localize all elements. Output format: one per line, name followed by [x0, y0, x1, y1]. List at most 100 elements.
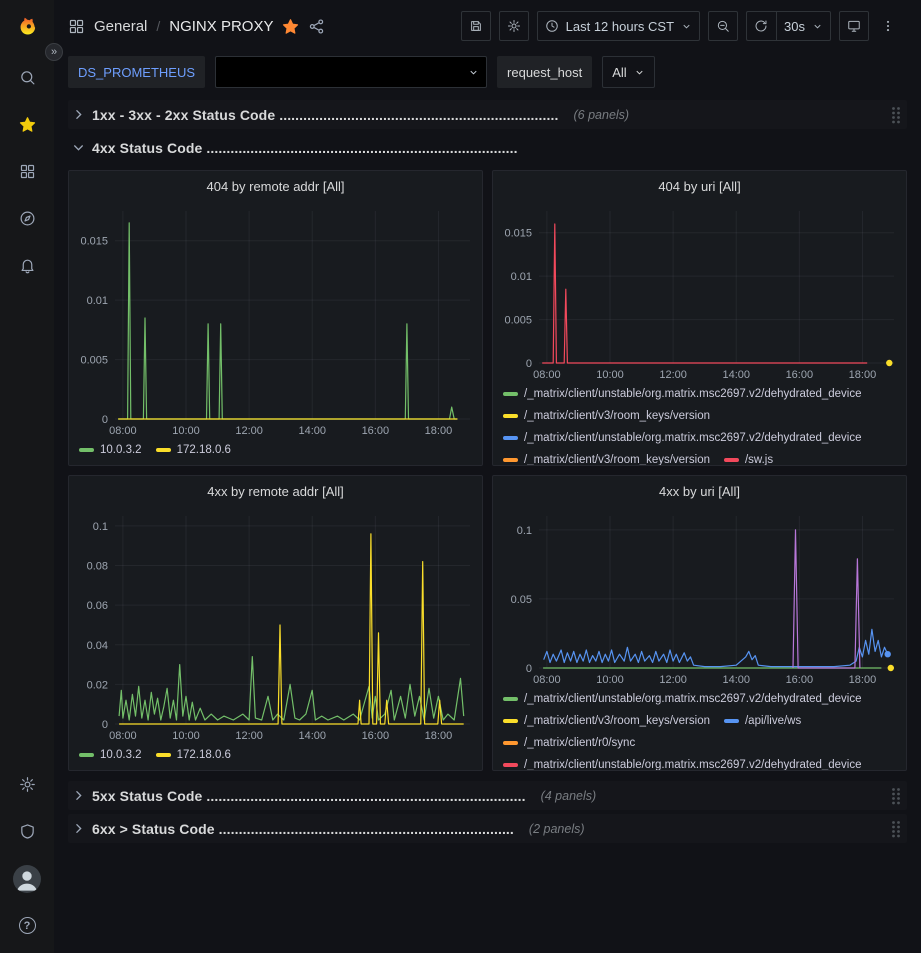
legend-swatch	[79, 448, 94, 452]
panel-legend: 10.0.3.2 172.18.0.6	[69, 439, 482, 461]
row-panel-count: (2 panels)	[529, 822, 585, 836]
svg-text:10:00: 10:00	[596, 369, 624, 381]
sidebar-item-help[interactable]: ?	[0, 902, 54, 949]
svg-text:18:00: 18:00	[849, 369, 877, 381]
gear-icon	[19, 776, 36, 793]
save-dashboard-button[interactable]	[461, 11, 491, 41]
row-panel-count: (6 panels)	[574, 108, 630, 122]
legend-item[interactable]: /_matrix/client/r0/sync	[503, 732, 635, 754]
refresh-button[interactable]	[746, 11, 776, 41]
svg-text:0: 0	[526, 358, 532, 370]
dashboard-settings-button[interactable]	[499, 11, 529, 41]
legend-item[interactable]: /_matrix/client/unstable/org.matrix.msc2…	[503, 754, 862, 771]
time-range-picker[interactable]: Last 12 hours CST	[537, 11, 700, 41]
user-avatar	[13, 865, 41, 893]
variables-bar: DS_PROMETHEUS request_host All	[54, 52, 921, 92]
legend-item[interactable]: 10.0.3.2	[79, 439, 142, 461]
favorite-star-icon[interactable]	[282, 18, 299, 35]
refresh-icon	[754, 19, 768, 33]
svg-text:0.08: 0.08	[87, 561, 108, 573]
panel-404-by-remote-addr: 404 by remote addr [All] 08:0010:0012:00…	[68, 170, 483, 466]
sidebar-item-starred[interactable]	[0, 101, 54, 148]
legend-item[interactable]: 172.18.0.6	[156, 744, 231, 766]
sidebar-item-settings[interactable]	[0, 761, 54, 808]
svg-text:16:00: 16:00	[786, 369, 814, 381]
datasource-variable-label[interactable]: DS_PROMETHEUS	[68, 56, 205, 88]
page-title[interactable]: NGINX PROXY	[169, 18, 273, 35]
svg-text:0.01: 0.01	[87, 295, 108, 307]
tv-mode-button[interactable]	[839, 11, 869, 41]
request-host-select[interactable]: All	[602, 56, 654, 88]
row-drag-handle[interactable]	[891, 106, 903, 124]
row-header-5xx[interactable]: 5xx Status Code ........................…	[68, 781, 907, 810]
panel-title[interactable]: 4xx by uri [All]	[493, 476, 906, 506]
legend-item[interactable]: /_matrix/client/v3/room_keys/version	[503, 449, 710, 466]
svg-text:0.1: 0.1	[517, 525, 532, 537]
svg-text:0: 0	[102, 719, 108, 731]
row-drag-handle[interactable]	[891, 787, 903, 805]
legend-swatch	[724, 719, 739, 723]
panel-title[interactable]: 404 by uri [All]	[493, 171, 906, 201]
zoom-out-icon	[716, 19, 730, 33]
sidebar-item-alerting[interactable]	[0, 242, 54, 289]
row-drag-handle[interactable]	[891, 820, 903, 838]
panel-title[interactable]: 4xx by remote addr [All]	[69, 476, 482, 506]
svg-text:08:00: 08:00	[109, 730, 137, 742]
legend-swatch	[503, 697, 518, 701]
chart-canvas[interactable]: 08:0010:0012:0014:0016:0018:0000.050.1	[493, 506, 906, 688]
panel-title[interactable]: 404 by remote addr [All]	[69, 171, 482, 201]
chevron-right-icon	[72, 108, 85, 121]
more-options-button[interactable]	[877, 11, 907, 41]
breadcrumb-separator: /	[156, 18, 160, 34]
legend-item[interactable]: /_matrix/client/unstable/org.matrix.msc2…	[503, 688, 862, 710]
breadcrumb: General / NGINX PROXY	[68, 18, 325, 35]
legend-item[interactable]: 172.18.0.6	[156, 439, 231, 461]
chevron-down-icon	[681, 21, 692, 32]
sidebar-item-profile[interactable]	[0, 855, 54, 902]
legend-item[interactable]: /sw.js	[724, 449, 773, 466]
svg-text:14:00: 14:00	[722, 369, 750, 381]
request-host-variable-label[interactable]: request_host	[497, 56, 592, 88]
legend-item[interactable]: /_matrix/client/unstable/org.matrix.msc2…	[503, 427, 862, 449]
time-series-chart[interactable]: 08:0010:0012:0014:0016:0018:0000.050.1	[493, 506, 906, 688]
chart-canvas[interactable]: 08:0010:0012:0014:0016:0018:0000.020.040…	[69, 506, 482, 744]
refresh-interval-select[interactable]: 30s	[776, 11, 831, 41]
zoom-out-time-button[interactable]	[708, 11, 738, 41]
sidebar-item-dashboards[interactable]	[0, 148, 54, 195]
sidebar-expand-button[interactable]: »	[45, 43, 63, 61]
legend-item[interactable]: /_matrix/client/v3/room_keys/version	[503, 405, 710, 427]
row-header-6xx[interactable]: 6xx > Status Code ......................…	[68, 814, 907, 843]
row-header-1xx-3xx-2xx[interactable]: 1xx - 3xx - 2xx Status Code ............…	[68, 100, 907, 129]
grafana-flame-icon	[12, 12, 42, 42]
legend-item[interactable]: /api/live/ws	[724, 710, 801, 732]
chart-canvas[interactable]: 08:0010:0012:0014:0016:0018:0000.0050.01…	[69, 201, 482, 439]
time-series-chart[interactable]: 08:0010:0012:0014:0016:0018:0000.0050.01…	[493, 201, 906, 383]
legend-swatch	[156, 753, 171, 757]
sidebar-item-server-admin[interactable]	[0, 808, 54, 855]
svg-text:12:00: 12:00	[235, 730, 263, 742]
sidebar-item-search[interactable]	[0, 54, 54, 101]
svg-text:14:00: 14:00	[722, 674, 750, 686]
svg-text:0.02: 0.02	[87, 679, 108, 691]
panel-grid: 404 by remote addr [All] 08:0010:0012:00…	[68, 170, 907, 771]
chart-canvas[interactable]: 08:0010:0012:0014:0016:0018:0000.0050.01…	[493, 201, 906, 383]
svg-text:08:00: 08:00	[533, 674, 561, 686]
row-title: 6xx > Status Code ......................…	[92, 821, 514, 837]
svg-text:18:00: 18:00	[425, 425, 453, 437]
time-series-chart[interactable]: 08:0010:0012:0014:0016:0018:0000.020.040…	[69, 506, 482, 744]
compass-icon	[19, 210, 36, 227]
chevron-down-icon	[72, 141, 85, 154]
kebab-icon	[881, 19, 895, 33]
breadcrumb-section[interactable]: General	[94, 18, 147, 35]
legend-item[interactable]: /_matrix/client/v3/room_keys/version	[503, 710, 710, 732]
legend-item[interactable]: 10.0.3.2	[79, 744, 142, 766]
time-series-chart[interactable]: 08:0010:0012:0014:0016:0018:0000.0050.01…	[69, 201, 482, 439]
request-host-value: All	[612, 65, 626, 80]
share-icon[interactable]	[308, 18, 325, 35]
datasource-select[interactable]	[215, 56, 487, 88]
legend-item[interactable]: /_matrix/client/unstable/org.matrix.msc2…	[503, 383, 862, 405]
svg-text:0.01: 0.01	[511, 271, 532, 283]
row-header-4xx[interactable]: 4xx Status Code ........................…	[68, 133, 907, 162]
dashboards-grid-icon	[19, 163, 36, 180]
sidebar-item-explore[interactable]	[0, 195, 54, 242]
